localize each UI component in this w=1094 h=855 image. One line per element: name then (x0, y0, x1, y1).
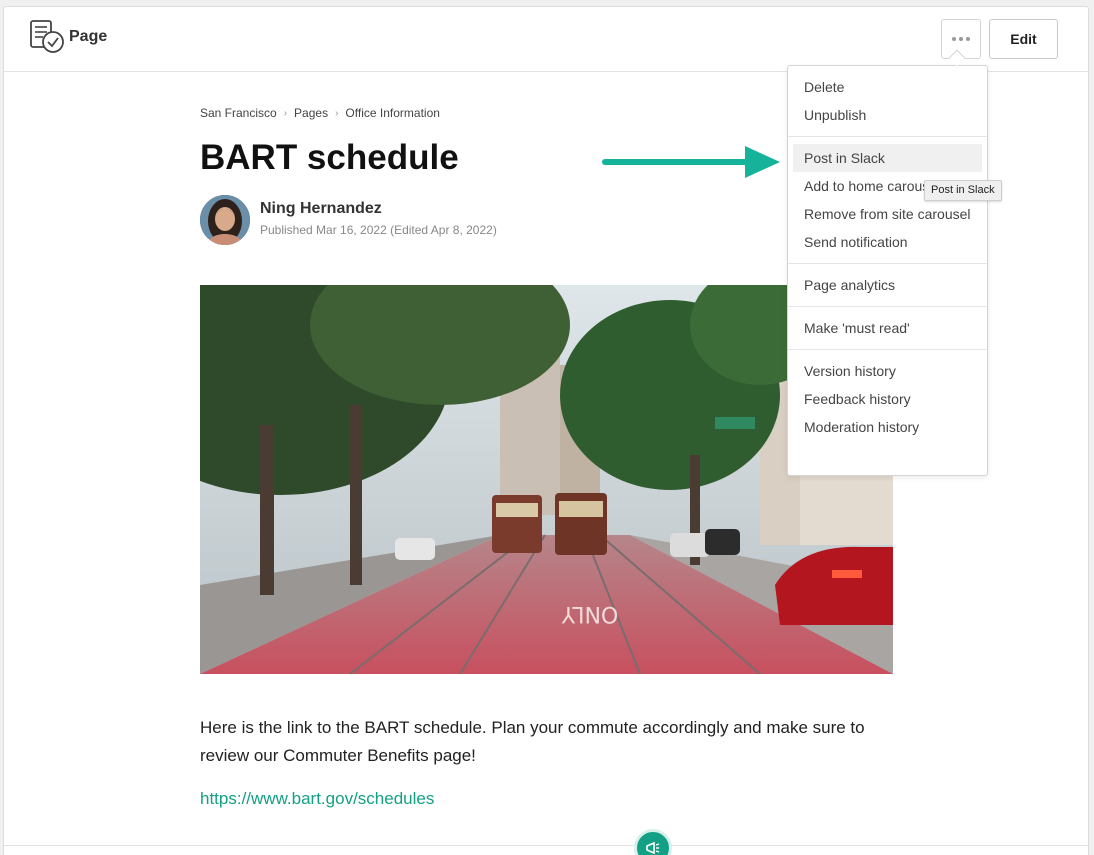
chevron-right-icon: › (283, 107, 288, 119)
avatar[interactable] (200, 195, 250, 245)
published-date: Published Mar 16, 2022 (Edited Apr 8, 20… (260, 223, 497, 237)
menu-group: Delete Unpublish (788, 66, 987, 137)
edit-button[interactable]: Edit (989, 19, 1058, 59)
menu-group: Version history Feedback history Moderat… (788, 350, 987, 448)
menu-item-delete[interactable]: Delete (788, 73, 987, 101)
menu-item-remove-from-site-carousel[interactable]: Remove from site carousel (788, 200, 987, 228)
breadcrumb-item[interactable]: San Francisco (200, 106, 277, 120)
dot (959, 37, 963, 41)
page-title: Page (69, 28, 108, 45)
menu-item-page-analytics[interactable]: Page analytics (788, 271, 987, 299)
dot (952, 37, 956, 41)
author-name[interactable]: Ning Hernandez (260, 200, 382, 218)
divider (4, 845, 1088, 846)
tooltip: Post in Slack (924, 180, 1002, 201)
menu-item-send-notification[interactable]: Send notification (788, 228, 987, 256)
dot (966, 37, 970, 41)
article-body: Here is the link to the BART schedule. P… (200, 718, 865, 765)
svg-text:ONLY: ONLY (561, 601, 618, 626)
menu-item-moderation-history[interactable]: Moderation history (788, 413, 987, 441)
menu-item-version-history[interactable]: Version history (788, 357, 987, 385)
menu-item-make-must-read[interactable]: Make 'must read' (788, 314, 987, 342)
schedule-link[interactable]: https://www.bart.gov/schedules (200, 789, 434, 809)
more-options-menu: Delete Unpublish Post in Slack Add to ho… (787, 65, 988, 476)
top-bar: Page Edit (4, 7, 1088, 72)
menu-item-feedback-history[interactable]: Feedback history (788, 385, 987, 413)
annotation-arrow (602, 146, 780, 178)
menu-group: Make 'must read' (788, 307, 987, 350)
chevron-right-icon: › (335, 107, 339, 119)
page-check-icon (30, 20, 64, 53)
article-title: BART schedule (200, 138, 459, 177)
menu-item-post-in-slack[interactable]: Post in Slack (793, 144, 982, 172)
menu-item-unpublish[interactable]: Unpublish (788, 101, 987, 129)
breadcrumb: San Francisco › Pages › Office Informati… (200, 106, 440, 120)
megaphone-icon (646, 841, 660, 855)
breadcrumb-item[interactable]: Pages (294, 106, 328, 120)
menu-group: Page analytics (788, 264, 987, 307)
breadcrumb-item[interactable]: Office Information (345, 106, 440, 120)
announce-button[interactable] (634, 829, 672, 855)
